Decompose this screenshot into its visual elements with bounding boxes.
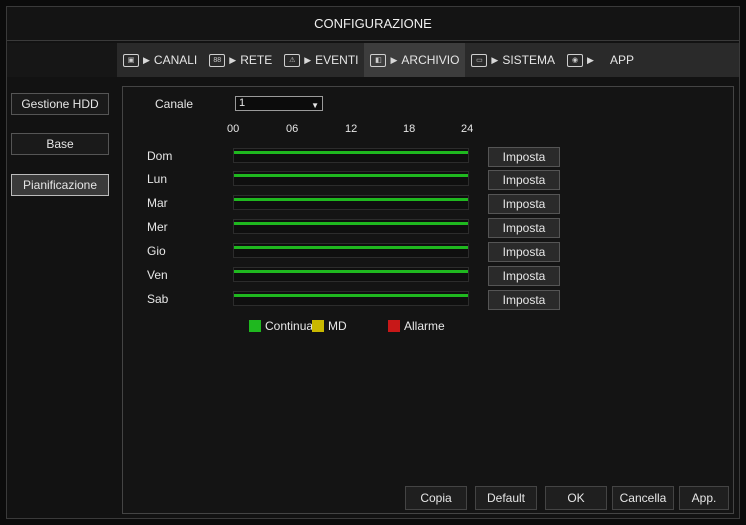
day-label: Dom [147,149,173,163]
arrow-icon: ▶ [390,54,398,65]
arrow-icon: ▶ [491,54,499,65]
main-tab-bar: ▣ ▶ CANALI 88 ▶ RETE ⚠ ▶ EVENTI ◧ ▶ ARCH… [7,43,739,77]
app-icon: ◉ [567,53,584,67]
copia-button[interactable]: Copia [405,486,467,510]
hour-label: 06 [286,123,299,135]
tab-label: APP [609,53,634,67]
recording-segment [234,174,468,177]
window-title: CONFIGURAZIONE [7,7,739,41]
imposta-button[interactable]: Imposta [488,218,560,238]
tab-app[interactable]: ◉ ▶ APP [561,43,640,77]
hour-label: 18 [403,123,416,135]
tab-sistema[interactable]: ▭ ▶ SISTEMA [465,43,561,77]
day-label: Sab [147,292,169,306]
day-schedule-bar[interactable] [233,148,469,163]
ok-button[interactable]: OK [545,486,607,510]
sidebar-item-gestione-hdd[interactable]: Gestione HDD [11,93,109,115]
sidebar-item-pianificazione[interactable]: Pianificazione [11,174,109,196]
cancella-button[interactable]: Cancella [612,486,674,510]
default-button[interactable]: Default [475,486,537,510]
monitor-icon: ▭ [471,53,488,67]
recording-segment [234,198,468,201]
day-schedule-bar[interactable] [233,219,469,234]
arrow-icon: ▶ [229,54,237,65]
hour-label: 12 [345,123,358,135]
legend-swatch [249,320,261,332]
legend-label: MD [328,319,347,333]
tab-archivio[interactable]: ◧ ▶ ARCHIVIO [364,43,466,77]
alert-icon: ⚠ [284,53,301,67]
arrow-icon: ▶ [304,54,312,65]
tab-canali[interactable]: ▣ ▶ CANALI [117,43,203,77]
sidebar-item-base[interactable]: Base [11,133,109,155]
schedule-panel: Canale 1 ▼ 00 06 12 18 24 Dom Imposta Lu… [122,86,734,514]
channel-value: 1 [239,97,246,109]
legend-continua: Continua [249,319,313,333]
recording-segment [234,294,468,297]
tab-rete[interactable]: 88 ▶ RETE [203,43,278,77]
day-label: Mer [147,220,168,234]
day-label: Ven [147,268,168,282]
imposta-button[interactable]: Imposta [488,290,560,310]
apply-button[interactable]: App. [679,486,729,510]
hour-label: 24 [461,123,474,135]
config-window: CONFIGURAZIONE ▣ ▶ CANALI 88 ▶ RETE ⚠ ▶ … [6,6,740,519]
day-schedule-bar[interactable] [233,171,469,186]
legend-swatch [312,320,324,332]
channel-select[interactable]: 1 ▼ [235,96,323,111]
chevron-down-icon: ▼ [311,101,319,110]
recording-segment [234,151,468,154]
arrow-icon: ▶ [587,54,594,65]
day-schedule-bar[interactable] [233,267,469,282]
hour-label: 00 [227,123,240,135]
tabbar-spacer [7,43,117,77]
legend-swatch [388,320,400,332]
day-label: Gio [147,244,166,258]
network-icon: 88 [209,53,226,67]
imposta-button[interactable]: Imposta [488,266,560,286]
day-label: Mar [147,196,168,210]
imposta-button[interactable]: Imposta [488,242,560,262]
recording-segment [234,246,468,249]
tab-eventi[interactable]: ⚠ ▶ EVENTI [278,43,364,77]
camera-icon: ▣ [123,53,139,67]
tab-label: EVENTI [315,53,359,67]
day-schedule-bar[interactable] [233,195,469,210]
archive-icon: ◧ [370,53,387,67]
tab-label: ARCHIVIO [401,53,460,67]
imposta-button[interactable]: Imposta [488,170,560,190]
recording-segment [234,222,468,225]
tab-label: SISTEMA [502,53,556,67]
legend-label: Continua [265,319,314,333]
legend-label: Allarme [404,319,445,333]
day-label: Lun [147,172,168,186]
channel-label: Canale [155,97,194,111]
recording-segment [234,270,468,273]
imposta-button[interactable]: Imposta [488,194,560,214]
imposta-button[interactable]: Imposta [488,147,560,167]
day-schedule-bar[interactable] [233,243,469,258]
sidebar: Gestione HDD Base Pianificazione [7,83,117,513]
legend-allarme: Allarme [388,319,445,333]
day-schedule-bar[interactable] [233,291,469,306]
legend-md: MD [312,319,347,333]
tab-label: CANALI [153,53,198,67]
tab-label: RETE [240,53,273,67]
arrow-icon: ▶ [143,54,150,65]
